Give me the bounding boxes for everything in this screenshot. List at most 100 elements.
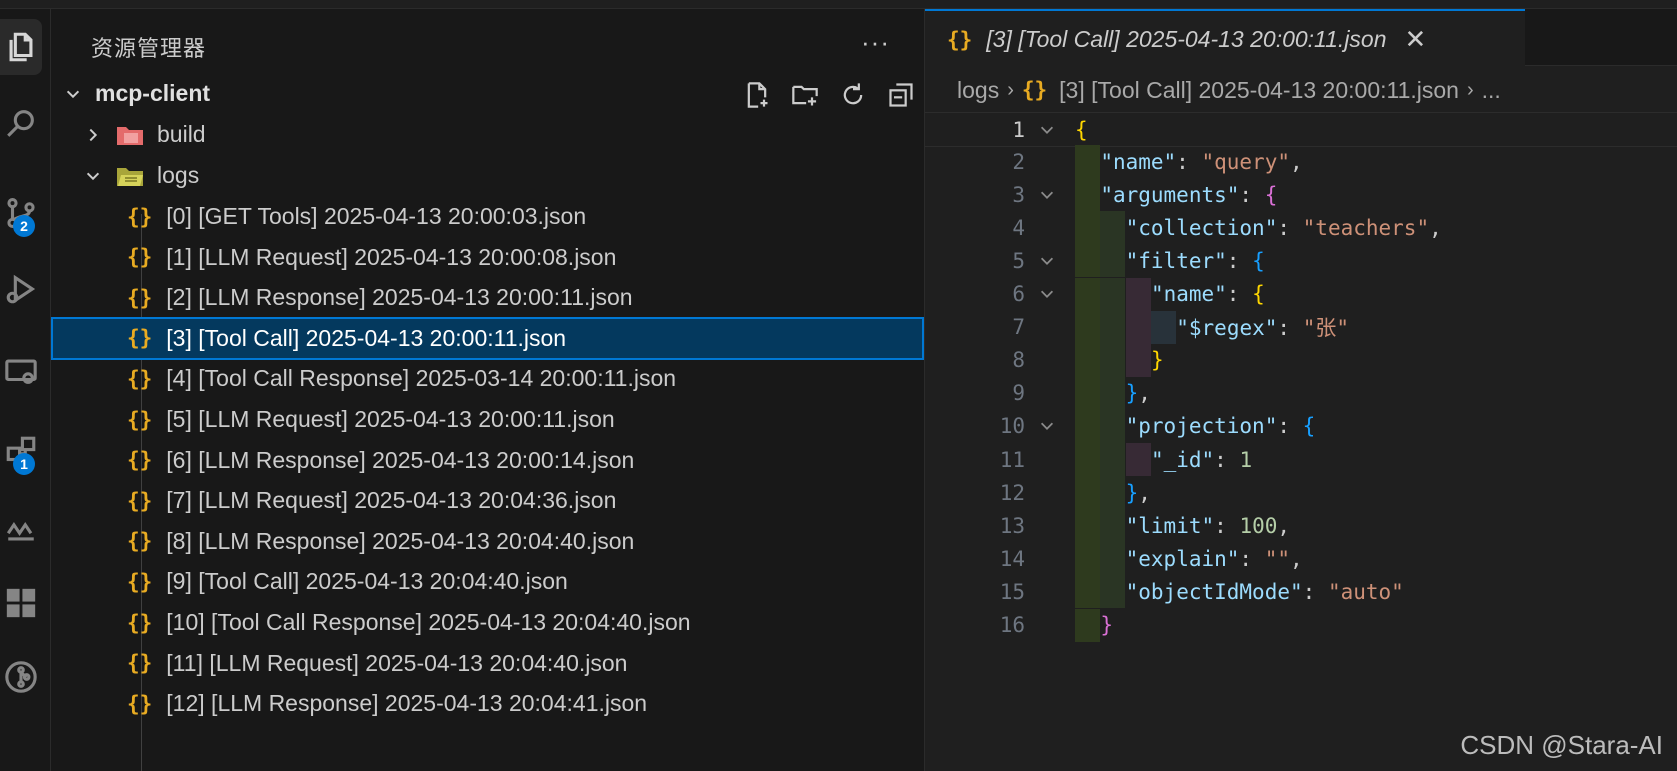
line-number: 3 [1012, 182, 1025, 207]
fold-chevron-icon[interactable] [1035, 414, 1059, 438]
testing-icon[interactable]: 1 [0, 423, 42, 479]
file-label: [2] [LLM Response] 2025-04-13 20:00:11.j… [166, 284, 633, 311]
file-label: [9] [Tool Call] 2025-04-13 20:04:40.json [166, 568, 568, 595]
chevron-down-icon [63, 84, 83, 104]
json-file-icon: {} [127, 651, 153, 676]
more-actions-icon[interactable]: ··· [861, 27, 890, 58]
explorer-icon[interactable] [0, 19, 42, 75]
file-item[interactable]: {} [7] [LLM Request] 2025-04-13 20:04:36.… [51, 479, 924, 522]
file-label: [7] [LLM Request] 2025-04-13 20:04:36.js… [166, 487, 617, 514]
refresh-icon[interactable] [837, 79, 869, 111]
line-number: 7 [1012, 315, 1025, 340]
line-number: 11 [999, 447, 1025, 472]
file-item[interactable]: {} [12] [LLM Response] 2025-04-13 20:04:4… [51, 682, 924, 725]
file-item[interactable]: {} [6] [LLM Response] 2025-04-13 20:00:14… [51, 439, 924, 482]
file-label: [6] [LLM Response] 2025-04-13 20:00:14.j… [166, 446, 635, 473]
code-line[interactable]: 8 } [925, 343, 1677, 377]
code-line[interactable]: 16 } [925, 608, 1677, 642]
file-item[interactable]: {} [2] [LLM Response] 2025-04-13 20:00:11… [51, 276, 924, 319]
editor-tab[interactable]: {} [3] [Tool Call] 2025-04-13 20:00:11.j… [925, 9, 1525, 68]
remote-explorer-icon[interactable] [0, 343, 42, 399]
file-label: [0] [GET Tools] 2025-04-13 20:00:03.json [166, 203, 587, 229]
source-control-icon[interactable]: 2 [0, 185, 42, 241]
json-file-icon: {} [127, 326, 153, 351]
explorer-toolbar [741, 79, 917, 111]
file-item[interactable]: {} [8] [LLM Response] 2025-04-13 20:04:40… [51, 520, 924, 563]
git-graph-icon[interactable] [0, 649, 42, 705]
code-line[interactable]: 12 }, [925, 476, 1677, 510]
code-line[interactable]: 11 "_id": 1 [925, 443, 1677, 477]
code-line[interactable]: 4 "collection": "teachers", [925, 211, 1677, 245]
fold-chevron-icon[interactable] [1035, 249, 1059, 273]
json-file-icon: {} [947, 27, 973, 52]
new-folder-icon[interactable] [789, 79, 821, 111]
tab-title: [3] [Tool Call] 2025-04-13 20:00:11.json [986, 26, 1387, 52]
extensions-icon[interactable] [0, 575, 42, 631]
file-item[interactable]: {} [1] [LLM Request] 2025-04-13 20:00:08.… [51, 236, 924, 279]
chevron-down-icon [83, 166, 103, 186]
breadcrumb-file[interactable]: [3] [Tool Call] 2025-04-13 20:00:11.json [1059, 77, 1459, 104]
close-icon[interactable]: ✕ [1405, 24, 1427, 55]
code-line[interactable]: 13 "limit": 100, [925, 509, 1677, 543]
code-line[interactable]: 3 "arguments": { [925, 178, 1677, 212]
code-line[interactable]: 7 "$regex": "张" [925, 310, 1677, 344]
fold-chevron-icon[interactable] [1035, 282, 1059, 306]
line-number: 10 [999, 414, 1025, 439]
file-label: [1] [LLM Request] 2025-04-13 20:00:08.js… [166, 243, 617, 270]
search-icon[interactable] [0, 95, 42, 151]
vscode-window: 2 1 资源管理器 ··· mcp-client build logs {} [… [0, 0, 1677, 771]
breadcrumb-more[interactable]: ... [1482, 77, 1501, 104]
file-item[interactable]: {} [10] [Tool Call Response] 2025-04-13 2… [51, 601, 924, 644]
chevron-right-icon: › [1007, 78, 1014, 101]
chevron-right-icon [83, 125, 103, 145]
code-line[interactable]: 10 "projection": { [925, 409, 1677, 443]
json-file-icon: {} [127, 529, 153, 554]
fold-chevron-icon[interactable] [1035, 118, 1059, 142]
file-item[interactable]: {} [11] [LLM Request] 2025-04-13 20:04:40… [51, 642, 924, 685]
code-line[interactable]: 6 "name": { [925, 277, 1677, 311]
tree-folder-logs[interactable]: logs [51, 154, 924, 197]
json-file-icon: {} [127, 366, 153, 391]
line-number: 6 [1012, 282, 1025, 306]
line-text: { [1075, 117, 1088, 142]
file-label: [8] [LLM Response] 2025-04-13 20:04:40.j… [166, 527, 635, 554]
json-file-icon: {} [127, 204, 153, 229]
tree-folder-build[interactable]: build [51, 113, 924, 156]
testing-badge: 1 [13, 453, 35, 475]
breadcrumb-folder[interactable]: logs [957, 77, 999, 104]
line-text: } [1150, 348, 1164, 373]
line-number: 13 [999, 513, 1025, 538]
activity-bar: 2 1 [0, 9, 51, 771]
folder-build-icon [117, 126, 143, 145]
json-file-icon: {} [127, 245, 153, 270]
code-line[interactable]: 14 "explain": "", [925, 542, 1677, 576]
file-item[interactable]: {} [4] [Tool Call Response] 2025-03-14 20… [51, 357, 924, 400]
folder-label: logs [157, 162, 200, 188]
collapse-all-icon[interactable] [885, 79, 917, 111]
line-text: "$regex": "张" [1176, 316, 1350, 341]
line-text: "_id": 1 [1150, 447, 1253, 472]
file-label: [3] [Tool Call] 2025-04-13 20:00:11.json [166, 324, 567, 351]
line-number: 1 [1012, 117, 1025, 142]
new-file-icon[interactable] [741, 79, 773, 111]
file-item[interactable]: {} [0] [GET Tools] 2025-04-13 20:00:03.js… [51, 195, 924, 238]
line-number: 2 [1012, 149, 1025, 174]
run-debug-icon[interactable] [0, 261, 42, 317]
code-line[interactable]: 9 }, [925, 376, 1677, 410]
file-label: [4] [Tool Call Response] 2025-03-14 20:0… [166, 365, 677, 392]
chevron-right-icon: › [1466, 78, 1474, 101]
json-file-icon: {} [127, 691, 153, 716]
line-number: 5 [1012, 248, 1025, 273]
code-line[interactable]: 5 "filter": { [925, 244, 1677, 278]
code-line[interactable]: 2 "name": "query", [925, 145, 1677, 179]
file-item[interactable]: {} [5] [LLM Request] 2025-04-13 20:00:11.… [51, 398, 924, 441]
file-item[interactable]: {} [9] [Tool Call] 2025-04-13 20:04:40.js… [51, 560, 924, 603]
line-text: } [1100, 613, 1113, 637]
fold-chevron-icon[interactable] [1035, 183, 1059, 207]
watermark: CSDN @Stara-AI [1460, 730, 1663, 760]
line-text: }, [1125, 381, 1151, 406]
code-line[interactable]: 15 "objectIdMode": "auto" [925, 575, 1677, 609]
file-item[interactable]: {} [3] [Tool Call] 2025-04-13 20:00:11.js… [51, 316, 924, 360]
code-line[interactable]: 1{ [925, 112, 1677, 147]
database-icon[interactable] [0, 501, 42, 557]
